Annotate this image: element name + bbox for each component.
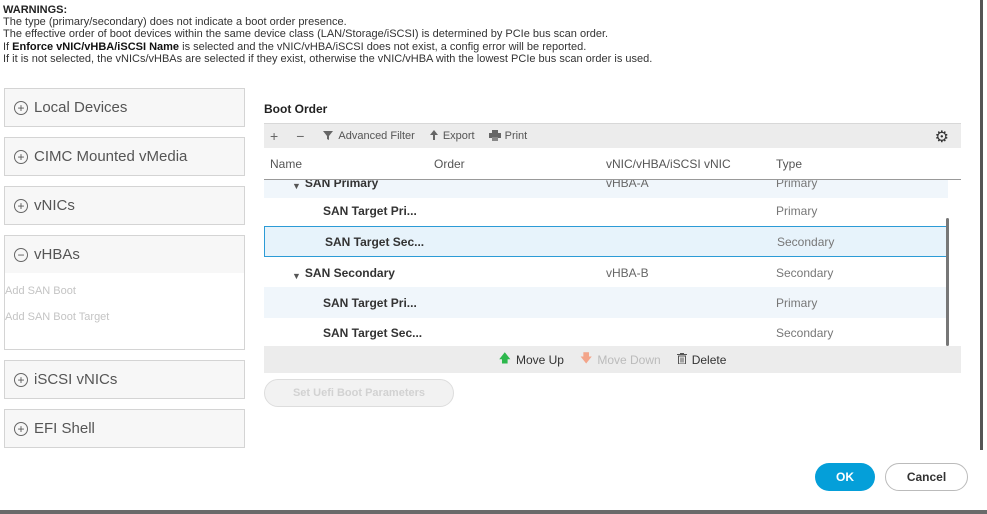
filter-icon bbox=[322, 128, 334, 144]
export-arrow-up-icon bbox=[429, 128, 439, 144]
printer-icon bbox=[488, 128, 501, 144]
panel-header-iscsi-vnics[interactable]: + iSCSI vNICs bbox=[5, 361, 244, 398]
row-type: Secondary bbox=[776, 325, 834, 340]
panel-iscsi-vnics: + iSCSI vNICs bbox=[4, 360, 245, 399]
table-row[interactable]: SAN Target Pri... Primary bbox=[264, 195, 948, 226]
panel-header-cimc-vmedia[interactable]: + CIMC Mounted vMedia bbox=[5, 138, 244, 175]
move-down-button[interactable]: 🡇 Move Down bbox=[580, 349, 661, 370]
warning-text: is selected and the vNIC/vHBA/iSCSI does… bbox=[179, 40, 587, 53]
expand-caret-icon[interactable]: ▼ bbox=[292, 181, 301, 191]
trash-icon bbox=[676, 352, 687, 367]
device-accordion: + Local Devices + CIMC Mounted vMedia + … bbox=[4, 88, 245, 458]
table-body: ▼ SAN Primary vHBA-A Primary SAN Target P… bbox=[264, 180, 961, 346]
row-type: Primary bbox=[776, 180, 818, 190]
export-button[interactable]: Export bbox=[429, 128, 475, 144]
page-scrollbar[interactable] bbox=[980, 0, 983, 450]
expand-plus-icon: + bbox=[14, 100, 28, 115]
move-up-label: Move Up bbox=[515, 352, 564, 367]
panel-label: EFI Shell bbox=[34, 420, 95, 437]
panel-cimc-vmedia: + CIMC Mounted vMedia bbox=[4, 137, 245, 176]
row-name: SAN Primary bbox=[304, 180, 379, 190]
panel-vnics: + vNICs bbox=[4, 186, 245, 225]
row-type: Primary bbox=[776, 203, 818, 218]
panel-vhbas: − vHBAs Add SAN Boot Add SAN Boot Target bbox=[4, 235, 245, 350]
delete-label: Delete bbox=[691, 352, 727, 367]
panel-header-local-devices[interactable]: + Local Devices bbox=[5, 89, 244, 126]
table-row[interactable]: ▼ SAN Secondary vHBA-B Secondary bbox=[264, 257, 948, 288]
advanced-filter-button[interactable]: Advanced Filter bbox=[322, 128, 415, 144]
move-down-label: Move Down bbox=[597, 352, 661, 367]
table-row-selected[interactable]: SAN Target Sec... Secondary bbox=[264, 226, 947, 257]
table-scrollbar[interactable] bbox=[946, 218, 949, 346]
row-type: Secondary bbox=[777, 234, 835, 249]
row-name-cell: ▼ SAN Secondary bbox=[264, 265, 606, 281]
panel-label: vNICs bbox=[34, 197, 75, 214]
table-row[interactable]: SAN Target Sec... Secondary bbox=[264, 317, 948, 346]
expand-plus-icon: + bbox=[14, 198, 28, 213]
plus-icon: + bbox=[270, 128, 279, 144]
panel-header-vnics[interactable]: + vNICs bbox=[5, 187, 244, 224]
settings-gear-icon[interactable]: ⚙ bbox=[935, 127, 949, 147]
add-san-boot-link[interactable]: Add SAN Boot bbox=[5, 285, 244, 311]
warning-line: If it is not selected, the vNICs/vHBAs a… bbox=[3, 52, 653, 65]
minus-icon: − bbox=[296, 128, 305, 144]
warning-line: The type (primary/secondary) does not in… bbox=[3, 16, 347, 29]
warning-line: If Enforce vNIC/vHBA/iSCSI Name is selec… bbox=[3, 41, 978, 53]
add-san-boot-target-link[interactable]: Add SAN Boot Target bbox=[5, 311, 244, 337]
panel-label: Local Devices bbox=[34, 99, 128, 116]
table-header: Name Order vNIC/vHBA/iSCSI vNIC Type bbox=[264, 148, 961, 180]
arrow-up-icon: 🡅 bbox=[498, 351, 511, 365]
row-name: SAN Target Pri... bbox=[323, 295, 417, 310]
row-name-cell: ▼ SAN Primary bbox=[264, 180, 606, 191]
expand-caret-icon[interactable]: ▼ bbox=[292, 271, 301, 281]
bottom-border bbox=[0, 510, 987, 514]
export-label: Export bbox=[442, 130, 475, 142]
column-header-type[interactable]: Type bbox=[776, 157, 926, 171]
ok-button[interactable]: OK bbox=[815, 463, 875, 491]
set-uefi-boot-parameters-button[interactable]: Set Uefi Boot Parameters bbox=[264, 379, 454, 407]
table-row[interactable]: SAN Target Pri... Primary bbox=[264, 287, 948, 318]
row-actions-bar: 🡅 Move Up 🡇 Move Down Delete bbox=[264, 346, 961, 373]
boot-order-title: Boot Order bbox=[264, 102, 328, 116]
print-button[interactable]: Print bbox=[488, 128, 528, 144]
boot-order-toolbar: + − Advanced Filter Export Print ⚙ bbox=[264, 123, 961, 148]
column-header-name[interactable]: Name bbox=[264, 157, 434, 171]
column-header-vnic[interactable]: vNIC/vHBA/iSCSI vNIC bbox=[606, 157, 776, 171]
boot-order-section: Boot Order + − Advanced Filter Export Pr… bbox=[264, 100, 961, 373]
warning-line: The effective order of boot devices with… bbox=[3, 28, 609, 41]
remove-button[interactable]: − bbox=[296, 128, 308, 144]
panel-label: vHBAs bbox=[34, 246, 80, 263]
row-name: SAN Target Sec... bbox=[323, 325, 423, 340]
row-type: Secondary bbox=[776, 265, 834, 280]
cancel-button[interactable]: Cancel bbox=[885, 463, 968, 491]
panel-local-devices: + Local Devices bbox=[4, 88, 245, 127]
expand-plus-icon: + bbox=[14, 372, 28, 387]
warnings-title: WARNINGS: bbox=[3, 4, 68, 16]
row-type: Primary bbox=[776, 295, 818, 310]
print-label: Print bbox=[504, 130, 528, 142]
move-up-button[interactable]: 🡅 Move Up bbox=[499, 349, 564, 370]
delete-button[interactable]: Delete bbox=[676, 352, 727, 367]
collapse-minus-icon: − bbox=[14, 247, 28, 262]
panel-label: CIMC Mounted vMedia bbox=[34, 148, 188, 165]
row-vnic: vHBA-B bbox=[606, 265, 649, 280]
panel-efi-shell: + EFI Shell bbox=[4, 409, 245, 448]
warnings-block: WARNINGS: The type (primary/secondary) d… bbox=[3, 4, 978, 65]
panel-body-vhbas: Add SAN Boot Add SAN Boot Target bbox=[5, 273, 244, 349]
panel-header-vhbas[interactable]: − vHBAs bbox=[5, 236, 244, 273]
panel-label: iSCSI vNICs bbox=[34, 371, 118, 388]
row-name: SAN Target Sec... bbox=[325, 234, 425, 249]
row-vnic: vHBA-A bbox=[606, 180, 649, 190]
warning-text: If bbox=[3, 40, 13, 53]
arrow-down-icon: 🡇 bbox=[579, 351, 593, 365]
panel-header-efi-shell[interactable]: + EFI Shell bbox=[5, 410, 244, 447]
advanced-filter-label: Advanced Filter bbox=[338, 130, 415, 142]
add-button[interactable]: + bbox=[270, 128, 282, 144]
column-header-order[interactable]: Order bbox=[434, 157, 606, 171]
row-name: SAN Target Pri... bbox=[323, 203, 417, 218]
warning-bold-option: Enforce vNIC/vHBA/iSCSI Name bbox=[12, 40, 180, 53]
expand-plus-icon: + bbox=[14, 149, 28, 164]
row-name: SAN Secondary bbox=[304, 265, 395, 280]
expand-plus-icon: + bbox=[14, 421, 28, 436]
